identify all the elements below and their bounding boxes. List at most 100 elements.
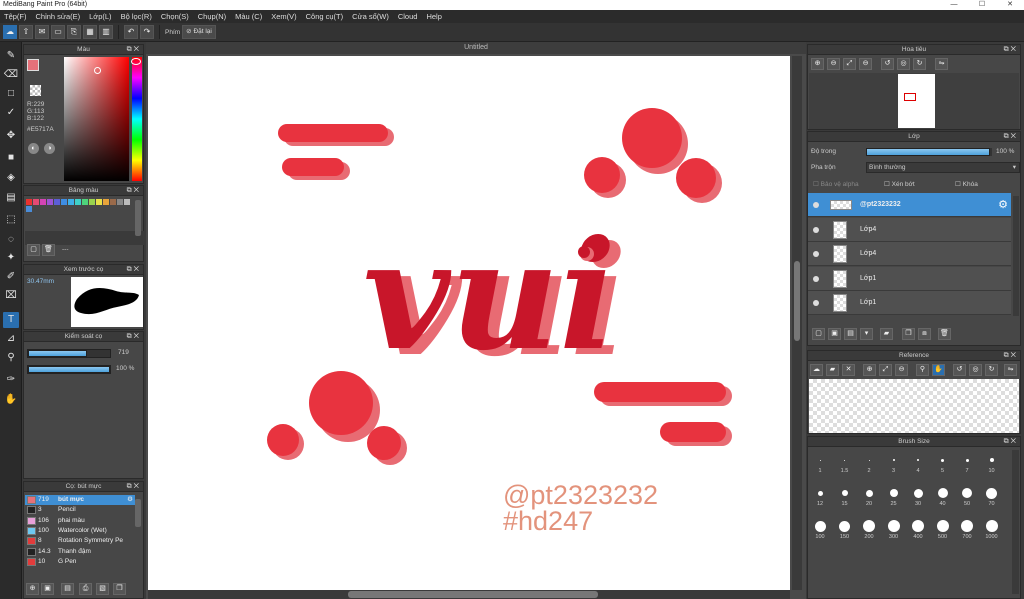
chat-icon[interactable]: ▭: [51, 25, 65, 39]
brush-size-option[interactable]: 150: [833, 518, 857, 548]
blend-mode-select[interactable]: Bình thường ▾: [866, 162, 1020, 173]
brush-size-option[interactable]: 200: [857, 518, 881, 548]
pen-tool-icon[interactable]: ✑: [3, 372, 19, 388]
brush-opacity-track[interactable]: [27, 365, 111, 374]
saturation-value-field[interactable]: [64, 57, 129, 181]
brush-size-option[interactable]: 1000: [980, 518, 1004, 548]
brush-folder-icon[interactable]: ▣: [41, 583, 54, 595]
select-pen-icon[interactable]: ✐: [3, 269, 19, 285]
palette-swatch[interactable]: [54, 199, 60, 205]
close-reference-icon[interactable]: ✕: [842, 364, 855, 376]
brush-size-slider[interactable]: [28, 350, 88, 357]
palette-swatch[interactable]: [33, 199, 39, 205]
menu-view[interactable]: Xem(V): [271, 12, 296, 21]
panel-divide-icon[interactable]: ⊿: [3, 331, 19, 347]
brush-import-icon[interactable]: ▧: [96, 583, 109, 595]
brush-item[interactable]: 14.3 Thanh đậm: [25, 547, 135, 557]
brush-size-option[interactable]: 30: [906, 485, 930, 515]
zoom-in-icon[interactable]: ⊕: [811, 58, 824, 70]
panel-controls-icon[interactable]: ⧉✕: [1004, 45, 1018, 55]
horizontal-scroll-thumb[interactable]: [348, 591, 598, 598]
panel-controls-icon[interactable]: ⧉✕: [1004, 437, 1018, 447]
layer-item[interactable]: Lớp4: [808, 217, 1011, 242]
menu-tools[interactable]: Công cụ(T): [306, 12, 344, 21]
eraser-tool-icon[interactable]: ⌫: [3, 67, 19, 83]
panel-controls-icon[interactable]: ⧉✕: [127, 45, 141, 55]
horizontal-scrollbar[interactable]: [148, 590, 790, 599]
visibility-icon[interactable]: [813, 275, 819, 282]
dot-tool-icon[interactable]: □: [3, 86, 19, 102]
menu-file[interactable]: Tệp(F): [4, 12, 27, 21]
flip-icon[interactable]: ⇋: [935, 58, 948, 70]
redo-icon[interactable]: ↷: [140, 25, 154, 39]
lasso-tool-icon[interactable]: ◌: [3, 232, 19, 248]
panel-controls-icon[interactable]: ⧉✕: [127, 482, 141, 492]
menu-window[interactable]: Cửa sổ(W): [352, 12, 389, 21]
clipping-option[interactable]: ☐ Xén bớt: [884, 180, 915, 188]
brush-item[interactable]: 10 G Pen: [25, 557, 135, 567]
palette-scrollbar[interactable]: [135, 200, 141, 236]
shape-tool-icon[interactable]: ■: [3, 150, 19, 166]
brush-copy-icon[interactable]: ❐: [113, 583, 126, 595]
palette-swatch[interactable]: [89, 199, 95, 205]
brush-size-option[interactable]: 20: [857, 485, 881, 515]
brush-item[interactable]: 719 bút mực ⚙: [25, 495, 135, 505]
palette-swatch[interactable]: [26, 199, 32, 205]
hand-tool-icon[interactable]: ✋: [3, 392, 19, 408]
palette-swatch[interactable]: [96, 199, 102, 205]
brush-size-option[interactable]: 25: [882, 485, 906, 515]
transparent-swatch[interactable]: [30, 85, 41, 96]
brush-size-option[interactable]: 1: [808, 452, 832, 482]
new-halftone-layer-icon[interactable]: ▣: [828, 328, 841, 340]
canvas[interactable]: vui vui @pt2323232 #hd247: [148, 56, 790, 590]
brush-size-option[interactable]: 500: [931, 518, 955, 548]
brush-size-option[interactable]: 15: [833, 485, 857, 515]
panel-controls-icon[interactable]: ⧉✕: [1004, 132, 1018, 142]
visibility-icon[interactable]: [813, 226, 819, 233]
brush-size-option[interactable]: 50: [955, 485, 979, 515]
menu-snap[interactable]: Chụp(N): [198, 12, 226, 21]
panel-controls-icon[interactable]: ⧉✕: [127, 265, 141, 275]
layer-item[interactable]: @pt2323232 ⚙: [808, 193, 1011, 217]
layer-item[interactable]: Lớp4: [808, 242, 1011, 266]
palette-swatch[interactable]: [47, 199, 53, 205]
palette-swatch[interactable]: [75, 199, 81, 205]
add-brush-icon[interactable]: ⊕: [26, 583, 39, 595]
panel-controls-icon[interactable]: ⧉✕: [127, 186, 141, 196]
brush-list-scrollbar[interactable]: [135, 499, 141, 527]
palette-swatch[interactable]: [40, 199, 46, 205]
select-tool-icon[interactable]: ⬚: [3, 212, 19, 228]
menu-layer[interactable]: Lớp(L): [89, 12, 111, 21]
brush-settings-icon[interactable]: ▤: [61, 583, 74, 595]
new-layer-icon[interactable]: ▢: [812, 328, 825, 340]
brush-size-option[interactable]: 700: [955, 518, 979, 548]
menu-edit[interactable]: Chỉnh sửa(E): [36, 12, 81, 21]
layer-opacity-track[interactable]: [866, 148, 992, 156]
brush-size-option[interactable]: 1.5: [833, 452, 857, 482]
navigator-viewport[interactable]: [904, 93, 916, 101]
menu-cloud[interactable]: Cloud: [398, 12, 418, 21]
upload-icon[interactable]: ⇧: [19, 25, 33, 39]
brush-size-option[interactable]: 40: [931, 485, 955, 515]
new-layer-menu-icon[interactable]: ▾: [860, 328, 873, 340]
reset-button[interactable]: ⊘ Đặt lại: [182, 25, 216, 39]
visibility-icon[interactable]: [813, 251, 819, 257]
palette-swatch[interactable]: [82, 199, 88, 205]
undo-icon[interactable]: ↶: [124, 25, 138, 39]
eyedropper-icon[interactable]: ⚲: [3, 350, 19, 366]
new-8bit-layer-icon[interactable]: ▤: [844, 328, 857, 340]
magic-wand-icon[interactable]: ✦: [3, 250, 19, 266]
fit-icon[interactable]: ⤢: [843, 58, 856, 70]
brush-item[interactable]: 8 Rotation Symmetry Pe: [25, 536, 135, 546]
zoom-reset-icon[interactable]: ⊖: [859, 58, 872, 70]
brush-size-option[interactable]: 10: [980, 452, 1004, 482]
zoom-in-icon[interactable]: ⊕: [863, 364, 876, 376]
hue-slider[interactable]: [131, 57, 142, 181]
panel-controls-icon[interactable]: ⧉✕: [127, 332, 141, 342]
menu-select[interactable]: Chọn(S): [161, 12, 189, 21]
brush-size-option[interactable]: 400: [906, 518, 930, 548]
hand-icon[interactable]: ✋: [932, 364, 945, 376]
primary-color-swatch[interactable]: [27, 59, 39, 71]
brush-opacity-slider[interactable]: [28, 366, 110, 373]
comment-icon[interactable]: ✉: [35, 25, 49, 39]
